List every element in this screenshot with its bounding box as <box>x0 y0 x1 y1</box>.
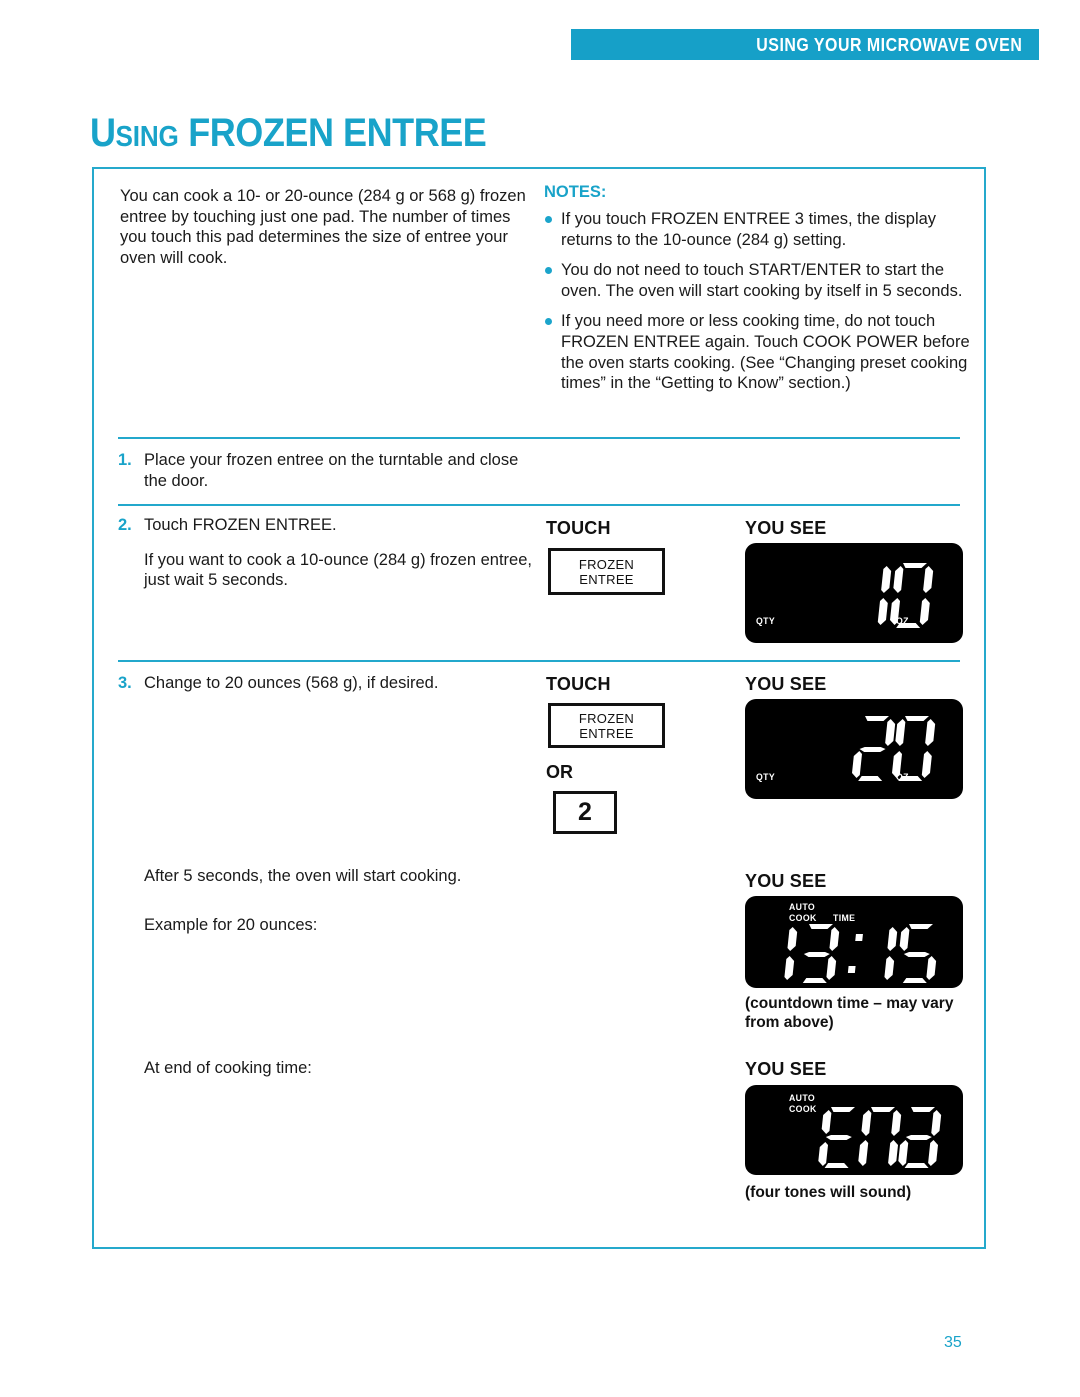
section-header-banner: USING YOUR MICROWAVE OVEN <box>571 29 1039 60</box>
pad-frozen-entree-1[interactable]: FROZEN ENTREE <box>548 548 665 595</box>
note-item: If you touch FROZEN ENTREE 3 times, the … <box>544 209 974 250</box>
after-5-seconds-text: After 5 seconds, the oven will start coo… <box>144 867 462 885</box>
note-text: If you need more or less cooking time, d… <box>561 312 970 393</box>
intro-paragraph: You can cook a 10- or 20-ounce (284 g or… <box>120 187 526 267</box>
lcd-display-20-oz: QTY OZ <box>745 699 963 799</box>
pad-number-2[interactable]: 2 <box>553 791 617 834</box>
step-2: 2. Touch FROZEN ENTREE. If you want to c… <box>118 515 538 591</box>
divider-3 <box>118 660 960 662</box>
touch-heading-2: TOUCH <box>546 674 611 694</box>
pad-label-line2: ENTREE <box>579 571 634 587</box>
touch-heading-1: TOUCH <box>546 518 611 538</box>
you-see-heading-4: YOU SEE <box>745 1059 827 1079</box>
pad-label-line1: FROZEN <box>578 556 635 572</box>
step-1: 1. Place your frozen entree on the turnt… <box>118 450 538 491</box>
notes-block: NOTES: If you touch FROZEN ENTREE 3 time… <box>544 183 974 404</box>
page-title-rest: FROZEN ENTREE <box>178 111 487 155</box>
step-2-number: 2. <box>118 516 132 534</box>
step-2-text: Touch FROZEN ENTREE. <box>144 516 337 534</box>
page-title-smallcaps: SING <box>115 121 179 153</box>
lcd-display-countdown: AUTO COOK TIME <box>745 896 963 988</box>
pad-frozen-entree-2[interactable]: FROZEN ENTREE <box>548 703 665 748</box>
you-see-heading-2: YOU SEE <box>745 674 827 694</box>
note-item: If you need more or less cooking time, d… <box>544 311 974 393</box>
you-see-heading-3: YOU SEE <box>745 871 827 891</box>
note-text: If you touch FROZEN ENTREE 3 times, the … <box>561 210 937 249</box>
seven-segment-1315 <box>784 924 937 983</box>
pad-label-line2: ENTREE <box>579 725 634 741</box>
or-label: OR <box>546 762 573 782</box>
header-banner-text: USING YOUR MICROWAVE OVEN <box>755 33 1022 55</box>
bullet-icon <box>545 216 552 223</box>
end-caption: (four tones will sound) <box>745 1184 912 1201</box>
step-1-number: 1. <box>118 451 132 469</box>
note-item: You do not need to touch START/ENTER to … <box>544 260 974 301</box>
step-3-number: 3. <box>118 674 132 692</box>
bullet-icon <box>545 267 552 275</box>
step-3: 3. Change to 20 ounces (568 g), if desir… <box>118 673 538 694</box>
at-end-of-cooking-text: At end of cooking time: <box>144 1059 312 1077</box>
countdown-caption: (countdown time – may vary from above) <box>745 995 954 1031</box>
page-title-initial: U <box>90 111 116 155</box>
divider-1 <box>118 437 960 439</box>
page-number: 35 <box>944 1334 962 1351</box>
seven-segment-20 <box>852 716 936 781</box>
lcd-display-end: AUTO COOK <box>745 1085 963 1175</box>
step-3-text: Change to 20 ounces (568 g), if desired. <box>144 674 439 692</box>
step-1-text: Place your frozen entree on the turntabl… <box>144 451 519 490</box>
seven-segment-end <box>818 1107 942 1168</box>
pad-number-label: 2 <box>578 798 592 826</box>
pad-label-line1: FROZEN <box>578 710 635 726</box>
example-20-ounces-text: Example for 20 ounces: <box>144 916 318 934</box>
bullet-icon <box>545 318 552 326</box>
lcd-display-10-oz: QTY OZ <box>745 543 963 643</box>
note-text: You do not need to touch START/ENTER to … <box>561 261 963 300</box>
you-see-heading-1: YOU SEE <box>745 518 827 538</box>
step-2-subtext: If you want to cook a 10-ounce (284 g) f… <box>144 550 532 590</box>
divider-2 <box>118 504 960 506</box>
notes-heading: NOTES: <box>544 183 607 201</box>
page-title: USING FROZEN ENTREE <box>90 113 530 153</box>
seven-segment-10 <box>877 563 934 628</box>
